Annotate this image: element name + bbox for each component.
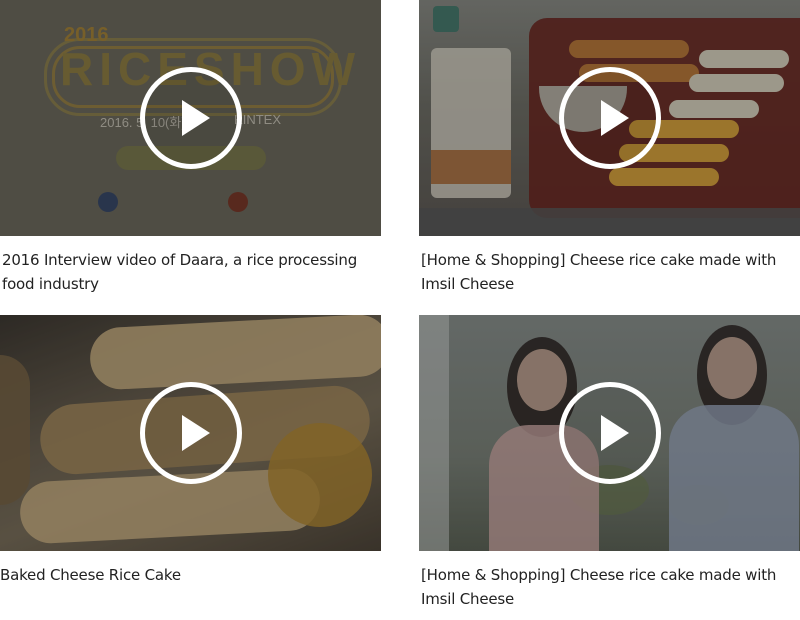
video-caption[interactable]: Baked Cheese Rice Cake (0, 563, 380, 587)
play-triangle-icon (600, 415, 629, 451)
play-circle-icon[interactable] (558, 67, 661, 169)
video-card-4[interactable]: [Home & Shopping] Cheese rice cake made … (419, 315, 800, 608)
play-circle-icon[interactable] (139, 67, 242, 169)
video-thumbnail[interactable] (419, 315, 800, 551)
video-card-1[interactable]: 2016 RICESHOW 2016. 5. 10(화) KINTEX 2016… (0, 0, 382, 293)
video-caption[interactable]: [Home & Shopping] Cheese rice cake made … (421, 563, 800, 611)
video-thumbnail[interactable] (419, 0, 800, 236)
play-circle-icon[interactable] (558, 382, 661, 484)
video-gallery: 2016 RICESHOW 2016. 5. 10(화) KINTEX 2016… (0, 0, 800, 620)
video-card-3[interactable]: Baked Cheese Rice Cake (0, 315, 382, 584)
play-triangle-icon (181, 415, 210, 451)
play-triangle-icon (181, 100, 210, 136)
video-caption[interactable]: 2016 Interview video of Daara, a rice pr… (2, 248, 382, 296)
video-card-2[interactable]: [Home & Shopping] Cheese rice cake made … (419, 0, 800, 293)
video-caption[interactable]: [Home & Shopping] Cheese rice cake made … (421, 248, 800, 296)
play-triangle-icon (600, 100, 629, 136)
video-thumbnail[interactable] (0, 315, 381, 551)
video-thumbnail[interactable]: 2016 RICESHOW 2016. 5. 10(화) KINTEX (0, 0, 381, 236)
play-circle-icon[interactable] (139, 382, 242, 484)
